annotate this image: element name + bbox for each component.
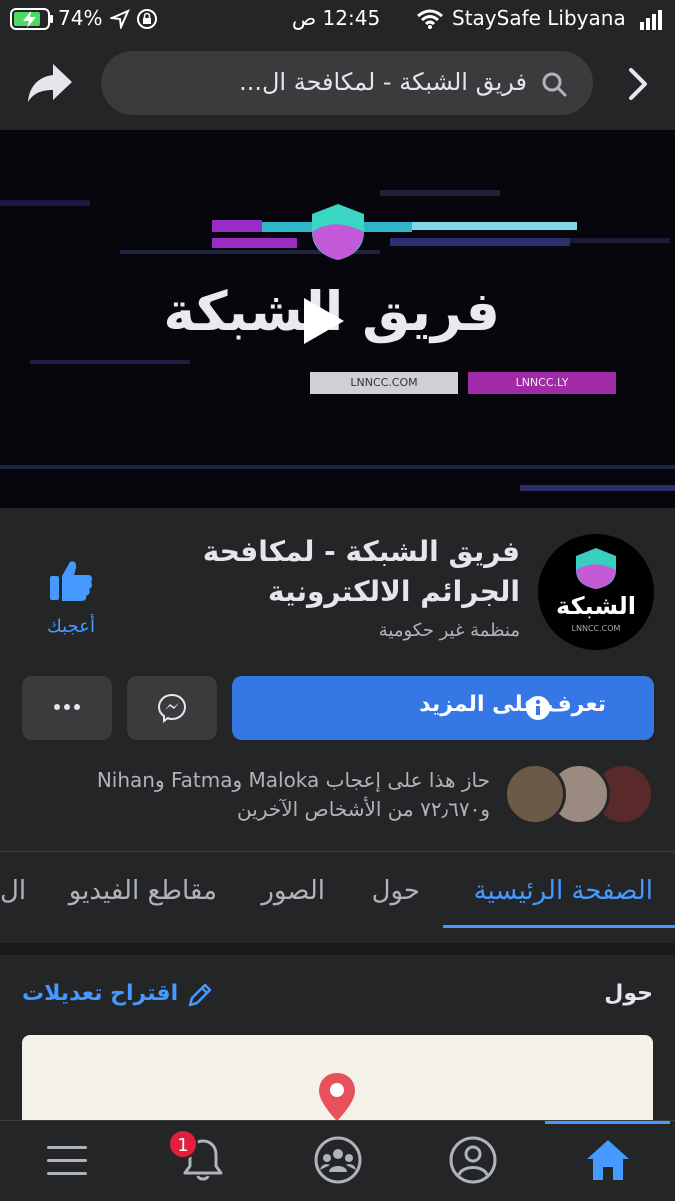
search-field[interactable]: فريق الشبكة - لمكافحة ال... [101,51,593,115]
tab-about[interactable]: حول [372,876,420,906]
active-tab-indicator [443,925,675,928]
top-nav-bar: فريق الشبكة - لمكافحة ال... [0,38,675,130]
avatar-subtext: LNNCC.COM [571,624,621,633]
avatar-text: الشبكة [556,592,636,620]
about-heading: حول [604,981,653,1006]
learn-more-button[interactable]: تعرف على المزيد [232,676,654,740]
share-icon[interactable] [26,62,74,104]
home-icon[interactable] [583,1135,633,1185]
chevron-right-icon[interactable] [626,67,650,101]
location-icon [110,9,130,29]
groups-icon[interactable] [313,1135,363,1185]
pencil-icon [188,983,212,1007]
tab-more[interactable]: ال [0,876,26,906]
likes-summary: حاز هذا على إعجاب Maloka وFatma وNihan و… [96,768,490,821]
shield-logo-icon [312,204,364,260]
clock: 12:45 ص [292,6,381,30]
orientation-lock-icon [137,9,157,29]
avatar-shield-icon [576,548,616,589]
more-icon [54,704,80,710]
page-category: منظمة غير حكومية [378,620,520,641]
info-icon [526,696,550,720]
page-avatar[interactable]: الشبكة LNNCC.COM [538,534,654,650]
more-options-button[interactable] [22,676,112,740]
search-query: فريق الشبكة - لمكافحة ال... [239,68,527,96]
status-bar: 74% 12:45 ص StaySafe Libyana [0,0,675,38]
like-button[interactable]: أعجبك [36,558,106,648]
active-nav-indicator [545,1121,670,1124]
page-title: فريق الشبكة - لمكافحة الجرائم الالكتروني… [202,535,520,608]
page-tabs: الصفحة الرئيسية حول الصور مقاطع الفيديو … [0,851,675,944]
carrier-name: StaySafe Libyana [452,6,626,30]
messenger-icon [157,693,187,723]
play-icon[interactable] [304,298,344,344]
wifi-icon [417,9,443,29]
signal-icon [640,10,662,30]
thumbs-up-icon [50,561,93,601]
like-label: أعجبك [47,616,95,637]
tab-home[interactable]: الصفحة الرئيسية [474,876,653,906]
messenger-button[interactable] [127,676,217,740]
cover-video[interactable]: فريق الشبكة LNNCC.COM LNNCC.LY [0,130,675,508]
search-icon [542,72,567,97]
video-link-right: LNNCC.LY [468,372,616,394]
battery-percent: 74% [58,6,103,30]
tab-videos[interactable]: مقاطع الفيديو [69,876,217,906]
battery-icon [10,8,53,30]
bottom-tab-bar: 1 [0,1120,675,1201]
tab-photos[interactable]: الصور [261,876,325,906]
video-link-left: LNNCC.COM [310,372,458,394]
profile-icon[interactable] [448,1135,498,1185]
page-header: الشبكة LNNCC.COM فريق الشبكة - لمكافحة ا… [0,508,675,851]
about-section: حول اقتراح تعديلات [0,943,675,1155]
friend-avatar [504,763,566,825]
suggest-edits-label: اقتراح تعديلات [22,981,179,1006]
menu-icon[interactable] [42,1135,92,1185]
notifications-badge: 1 [168,1129,198,1159]
